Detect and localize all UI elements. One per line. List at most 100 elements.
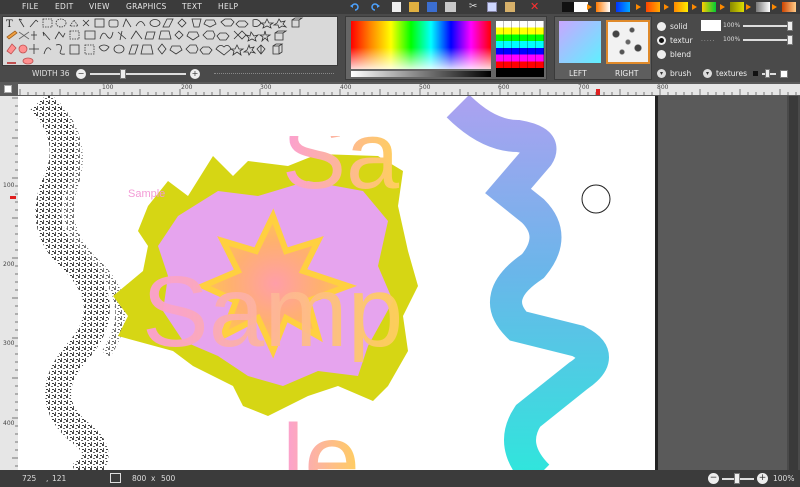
textures-label[interactable]: textures bbox=[716, 69, 747, 78]
opacity-1-value: 100% bbox=[723, 22, 741, 29]
ruler-v-label: 200 bbox=[3, 261, 15, 268]
color-picker-panel bbox=[345, 16, 547, 80]
texture-scale-thumb[interactable] bbox=[765, 69, 770, 78]
palette-arrow-icon[interactable] bbox=[772, 4, 777, 10]
canvas-size-icon[interactable] bbox=[110, 473, 121, 483]
svg-text:T: T bbox=[6, 19, 13, 30]
menu-edit[interactable]: EDIT bbox=[55, 2, 74, 11]
right-label: RIGHT bbox=[615, 69, 639, 78]
left-label: LEFT bbox=[569, 69, 587, 78]
ruler-h-label: 200 bbox=[181, 84, 193, 91]
color-swatch-grid[interactable] bbox=[496, 21, 544, 77]
ruler-corner-icon[interactable] bbox=[4, 85, 12, 93]
ruler-v-cursor-marker bbox=[10, 196, 16, 199]
palette-swatch[interactable] bbox=[596, 2, 610, 12]
shape-tools-panel: T bbox=[2, 16, 338, 66]
width-control: WIDTH 36 − + bbox=[2, 67, 338, 81]
blend-label: blend bbox=[670, 50, 691, 59]
palette-swatch[interactable] bbox=[730, 2, 744, 12]
status-bar: 725 , 121 800 x 500 − + 100% bbox=[0, 470, 800, 487]
ruler-h-cursor-marker bbox=[596, 89, 600, 95]
canvas-large-text-bottom: le bbox=[282, 410, 360, 470]
palette-swatch[interactable] bbox=[646, 2, 660, 12]
delete-icon[interactable]: ✕ bbox=[530, 0, 540, 13]
palette-arrow-icon[interactable] bbox=[636, 4, 641, 10]
save-icon[interactable] bbox=[427, 2, 437, 12]
width-increase-button[interactable]: + bbox=[190, 69, 200, 79]
canvas-small-text: Sample bbox=[128, 188, 166, 200]
new-file-icon[interactable] bbox=[392, 2, 401, 12]
canvas-height: 500 bbox=[161, 474, 176, 483]
zoom-in-button[interactable]: + bbox=[757, 473, 768, 484]
vertical-scrollbar[interactable] bbox=[787, 96, 800, 470]
canvas-edge bbox=[655, 96, 658, 470]
opacity-2-dots: ..... bbox=[701, 36, 716, 43]
left-fill-preview[interactable] bbox=[559, 21, 601, 63]
width-decrease-button[interactable]: − bbox=[76, 69, 86, 79]
palette-arrow-icon[interactable] bbox=[746, 4, 751, 10]
width-slider-track[interactable] bbox=[90, 73, 186, 75]
opacity-1-thumb[interactable] bbox=[787, 21, 793, 31]
print-icon[interactable] bbox=[445, 2, 456, 12]
small-square-icon[interactable] bbox=[753, 71, 758, 76]
menu-file[interactable]: FILE bbox=[22, 2, 39, 11]
texture-label: textur bbox=[670, 36, 693, 45]
opacity-2-slider[interactable] bbox=[743, 39, 791, 41]
textured-wave-stroke bbox=[30, 96, 110, 470]
ruler-v-label: 100 bbox=[3, 182, 15, 189]
palette-swatch[interactable] bbox=[616, 2, 630, 12]
palette-swatch[interactable] bbox=[782, 2, 796, 12]
undo-icon[interactable] bbox=[350, 2, 360, 12]
color-spectrum[interactable] bbox=[351, 21, 491, 69]
ruler-v-label: 400 bbox=[3, 420, 15, 427]
palette-arrow-icon[interactable] bbox=[692, 4, 697, 10]
menu-view[interactable]: VIEW bbox=[89, 2, 110, 11]
horizontal-ruler: 100 200 300 400 500 600 700 800 bbox=[18, 84, 800, 95]
zoom-out-button[interactable]: − bbox=[708, 473, 719, 484]
width-slider-thumb[interactable] bbox=[120, 69, 126, 79]
menu-help[interactable]: HELP bbox=[218, 2, 238, 11]
fill-options-panel: solid textur blend 100% ..... 100% ▾ bru… bbox=[655, 16, 800, 82]
brush-cursor-circle bbox=[581, 184, 611, 214]
opacity-2-thumb[interactable] bbox=[787, 35, 793, 45]
width-dotted-guide bbox=[214, 73, 334, 74]
blend-radio[interactable] bbox=[657, 50, 666, 59]
palette-swatch[interactable] bbox=[574, 2, 588, 12]
redo-icon[interactable] bbox=[370, 2, 380, 12]
large-square-icon[interactable] bbox=[780, 70, 788, 78]
opacity-1-slider[interactable] bbox=[743, 25, 791, 27]
width-label: WIDTH 36 bbox=[32, 69, 70, 78]
menu-graphics[interactable]: GRAPHICS bbox=[126, 2, 167, 11]
textures-dropdown-icon[interactable]: ▾ bbox=[703, 69, 712, 78]
ruler-h-label: 800 bbox=[657, 84, 669, 91]
canvas-width: 800 bbox=[132, 474, 147, 483]
palette-arrow-icon[interactable] bbox=[664, 4, 669, 10]
solid-radio[interactable] bbox=[657, 22, 666, 31]
canvas-large-text-mid: Samp bbox=[142, 256, 404, 368]
vertical-ruler: 100 200 300 400 bbox=[0, 96, 18, 470]
brush-dropdown-icon[interactable]: ▾ bbox=[657, 69, 666, 78]
cursor-x: 725 bbox=[22, 474, 37, 483]
texture-radio[interactable] bbox=[657, 36, 666, 45]
open-file-icon[interactable] bbox=[409, 2, 419, 12]
menu-text[interactable]: TEXT bbox=[182, 2, 202, 11]
palette-arrow-icon[interactable] bbox=[720, 4, 725, 10]
palette-swatch[interactable] bbox=[756, 2, 770, 12]
drawing-canvas[interactable]: Sample Sa Samp le bbox=[18, 96, 655, 470]
ruler-h-label: 300 bbox=[260, 84, 272, 91]
right-fill-preview[interactable] bbox=[606, 20, 650, 64]
zoom-slider-thumb[interactable] bbox=[734, 473, 740, 484]
menu-bar: FILE EDIT VIEW GRAPHICS TEXT HELP ✂ ✕ bbox=[0, 0, 800, 14]
toolbar: T WIDTH 36 − + LEFT RIGHT solid textur b… bbox=[0, 14, 800, 82]
palette-swatch[interactable] bbox=[702, 2, 716, 12]
palette-bar bbox=[556, 0, 800, 14]
paste-icon[interactable] bbox=[505, 2, 515, 12]
color-chip[interactable] bbox=[701, 20, 721, 31]
palette-swatch[interactable] bbox=[674, 2, 688, 12]
scrollbar-track[interactable] bbox=[789, 96, 798, 470]
brush-label[interactable]: brush bbox=[670, 69, 691, 78]
copy-icon[interactable] bbox=[487, 2, 497, 12]
grayscale-strip[interactable] bbox=[351, 71, 491, 77]
cut-icon[interactable]: ✂ bbox=[469, 1, 479, 12]
palette-arrow-icon[interactable] bbox=[587, 4, 592, 10]
